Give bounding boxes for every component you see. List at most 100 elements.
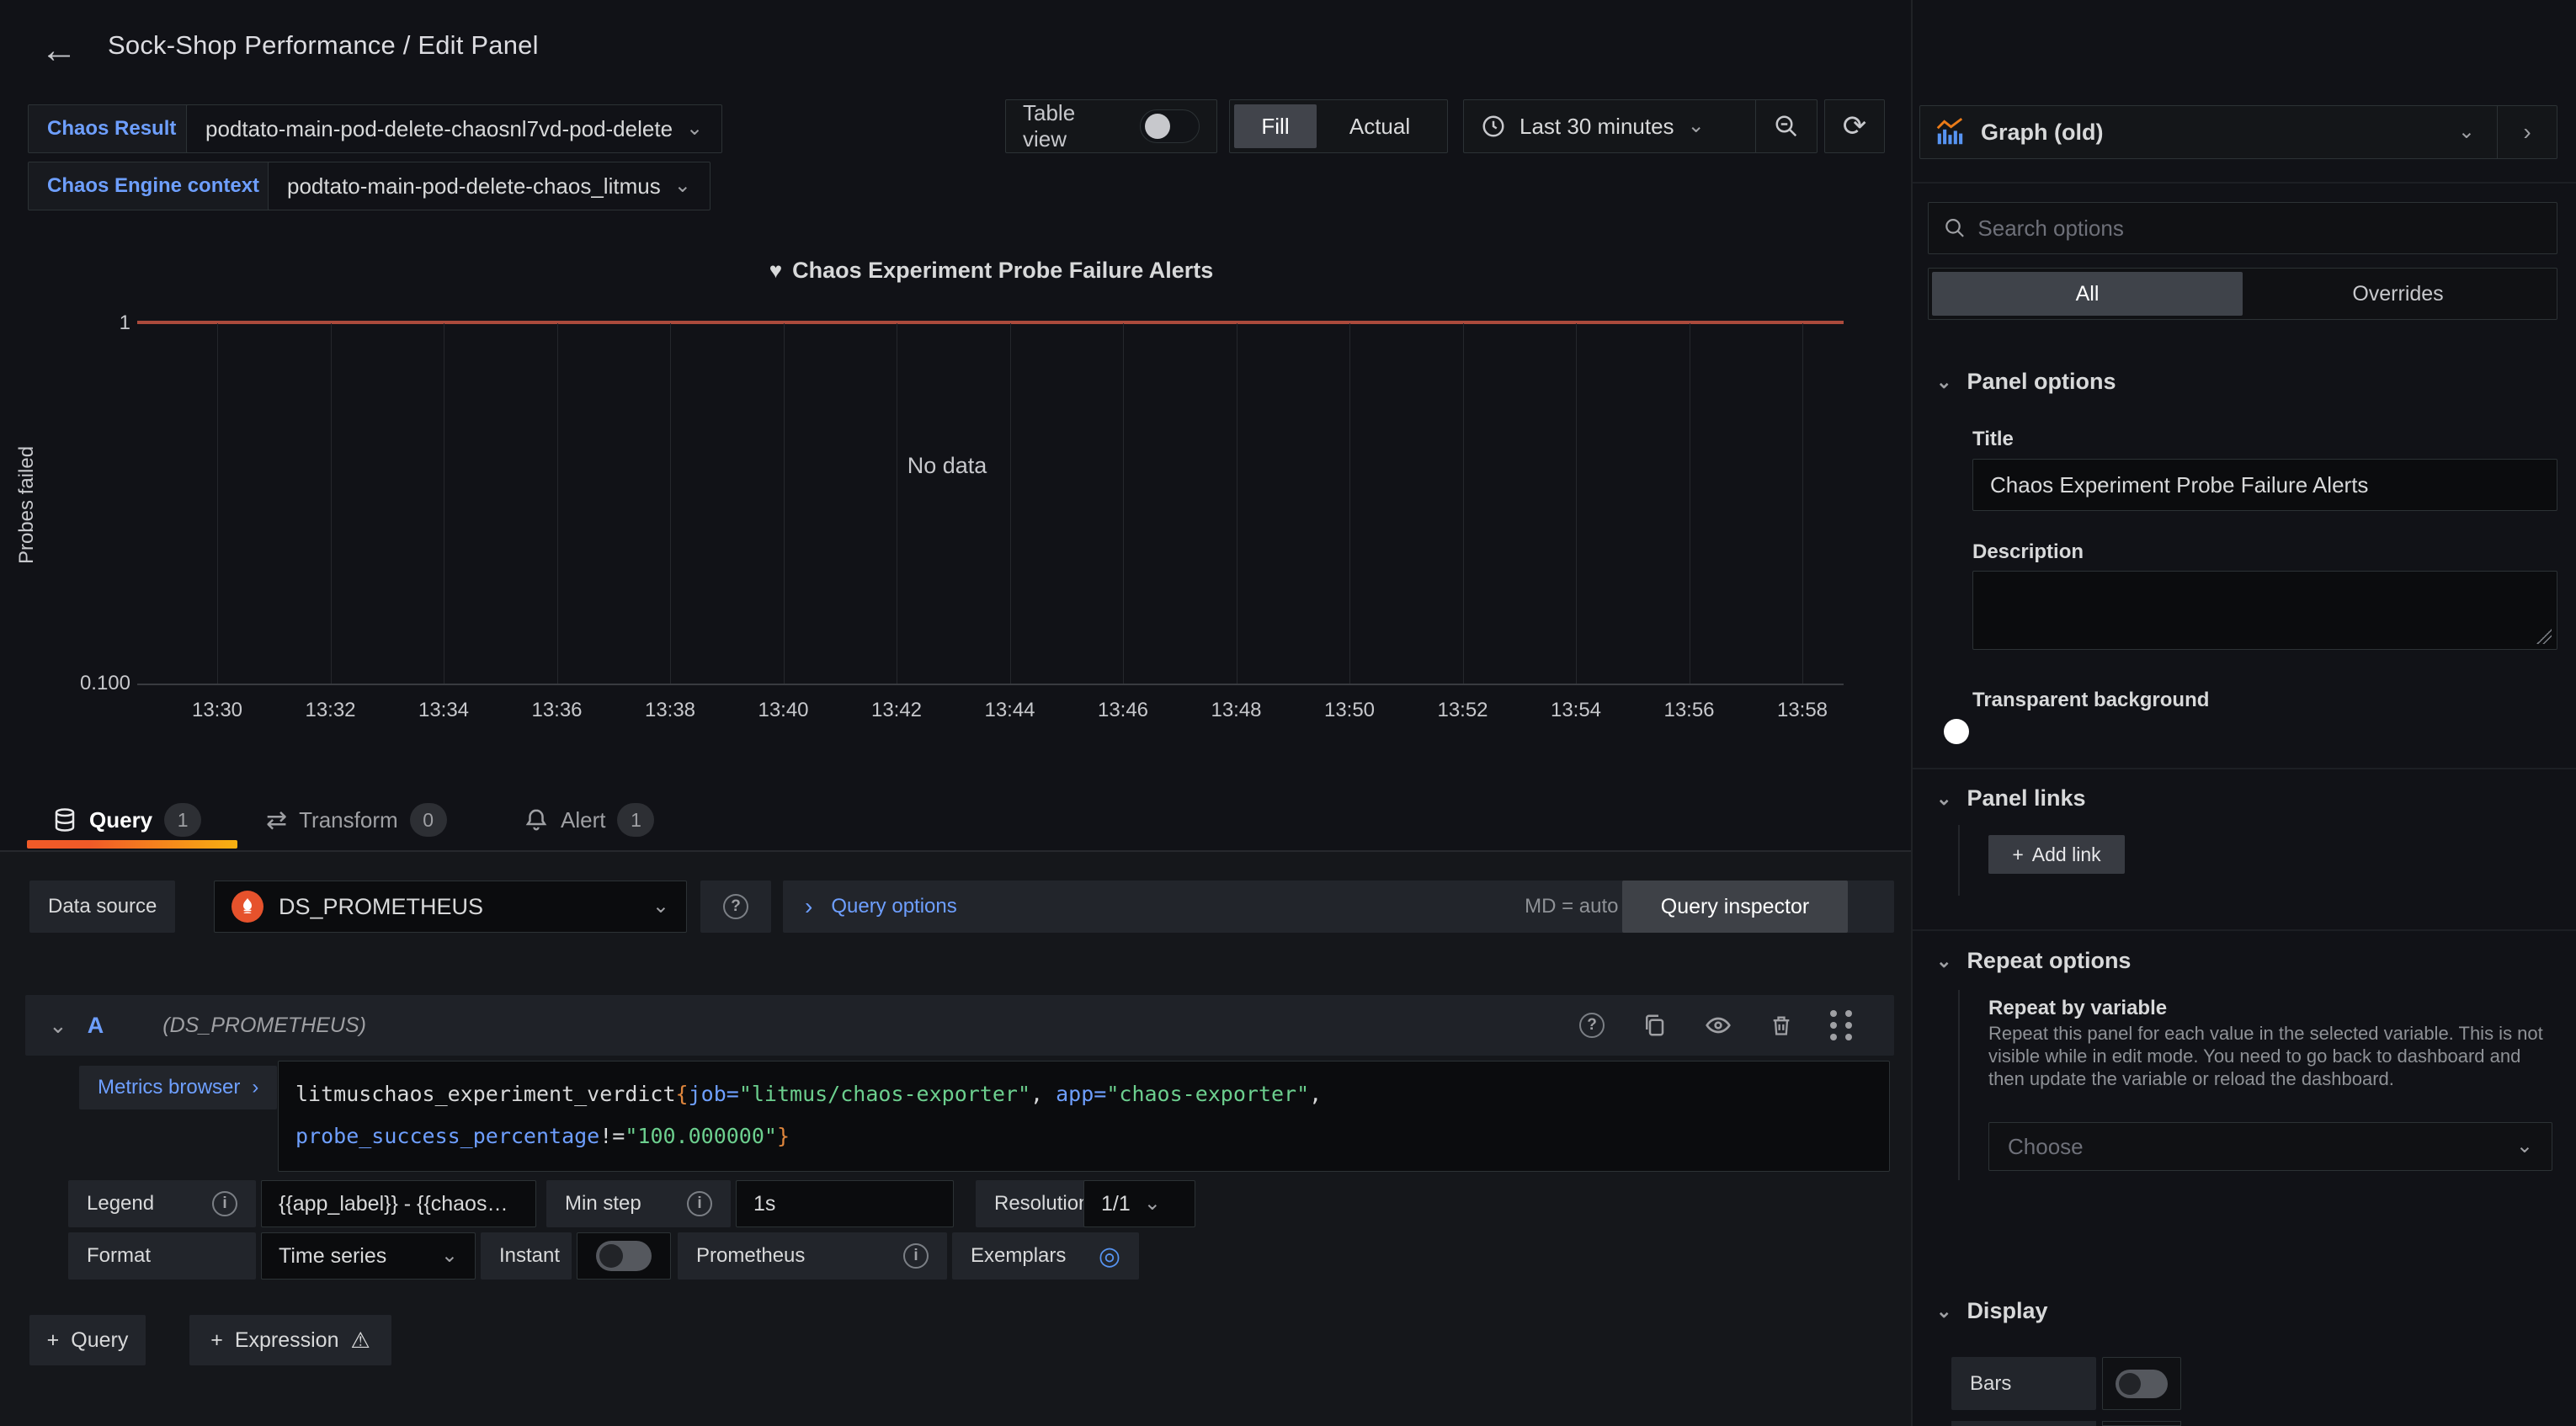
tab-all[interactable]: All: [1932, 272, 2243, 316]
bars-toggle-box: [2102, 1357, 2181, 1410]
actual-option[interactable]: Actual: [1317, 114, 1443, 140]
legend-input[interactable]: [261, 1180, 536, 1227]
time-picker: Last 30 minutes ⌄: [1463, 99, 1818, 153]
min-step-input[interactable]: [736, 1180, 954, 1227]
x-tick-label: 13:44: [984, 699, 1035, 722]
gridline: [1463, 323, 1464, 684]
refresh-button[interactable]: ⟳: [1824, 99, 1885, 153]
x-tick-label: 13:42: [871, 699, 922, 722]
x-tick-label: 13:32: [305, 699, 355, 722]
visualization-picker[interactable]: Graph (old) ⌄ ›: [1919, 105, 2557, 159]
info-icon: i: [212, 1191, 237, 1216]
x-tick-label: 13:46: [1098, 699, 1148, 722]
query-inspector-button[interactable]: Query inspector: [1622, 881, 1848, 933]
min-step-label: Min stepi: [546, 1180, 731, 1227]
instant-toggle[interactable]: [596, 1241, 652, 1271]
section-repeat-options[interactable]: ⌄ Repeat options: [1936, 948, 2131, 974]
x-tick-label: 13:58: [1777, 699, 1828, 722]
instant-toggle-box: [577, 1232, 671, 1280]
query-help-icon[interactable]: ?: [1579, 1012, 1605, 1039]
chevron-down-icon: ⌄: [1936, 1302, 1951, 1321]
variable-select-chaos-result[interactable]: podtato-main-pod-delete-chaosnl7vd-pod-d…: [186, 104, 722, 153]
chevron-down-icon: ⌄: [1936, 373, 1951, 391]
section-panel-links[interactable]: ⌄ Panel links: [1936, 785, 2086, 811]
panel-title-input[interactable]: [1972, 459, 2557, 511]
tab-transform[interactable]: ⇄ Transform 0: [266, 790, 447, 850]
datasource-label: Data source: [29, 881, 175, 933]
options-search[interactable]: [1928, 202, 2557, 254]
chevron-right-icon: ›: [805, 895, 812, 918]
section-panel-options[interactable]: ⌄ Panel options: [1936, 369, 2116, 395]
datasource-picker[interactable]: DS_PROMETHEUS ⌄: [214, 881, 687, 933]
datasource-help-button[interactable]: ?: [700, 881, 771, 933]
x-tick-label: 13:30: [192, 699, 242, 722]
query-options-toggle[interactable]: Query options: [831, 895, 956, 918]
back-arrow-icon[interactable]: ←: [34, 25, 84, 76]
exemplars-control[interactable]: Exemplars ◎: [952, 1232, 1139, 1280]
table-view-toggle[interactable]: [1140, 109, 1200, 143]
chevron-down-icon: ⌄: [686, 119, 703, 139]
promql-editor[interactable]: litmuschaos_experiment_verdict{job="litm…: [278, 1061, 1890, 1172]
gridline: [331, 323, 332, 684]
x-tick-label: 13:56: [1663, 699, 1714, 722]
repeat-variable-select[interactable]: Choose ⌄: [1988, 1122, 2552, 1171]
format-select[interactable]: Time series ⌄: [261, 1232, 476, 1280]
zoom-out-button[interactable]: [1756, 114, 1817, 139]
collapse-chevron-icon[interactable]: ⌄: [49, 1014, 67, 1036]
prometheus-icon: [232, 891, 263, 923]
y-tick-top: 1: [29, 311, 130, 335]
x-tick-label: 13:38: [645, 699, 695, 722]
chart-title: ♥Chaos Experiment Probe Failure Alerts: [139, 258, 1844, 284]
warning-icon: ⚠: [350, 1328, 370, 1354]
x-tick-label: 13:36: [531, 699, 582, 722]
variable-label-chaos-engine: Chaos Engine context: [28, 162, 279, 210]
chevron-down-icon: ⌄: [674, 176, 691, 196]
description-textarea[interactable]: [1972, 571, 2557, 650]
promql-line-2: probe_success_percentage!="100.000000"}: [295, 1115, 1872, 1157]
transform-icon: ⇄: [266, 806, 287, 835]
variable-label-chaos-result: Chaos Result: [28, 104, 195, 153]
fill-actual-switch: Fill Actual: [1229, 99, 1448, 153]
delete-query-icon[interactable]: [1770, 1012, 1793, 1039]
x-tick-label: 13:34: [418, 699, 469, 722]
refresh-icon: ⟳: [1843, 109, 1867, 143]
collapse-pane-icon[interactable]: ›: [2498, 119, 2557, 146]
gridline: [784, 323, 785, 684]
metrics-browser-button[interactable]: Metrics browser ›: [79, 1066, 277, 1109]
query-datasource-name: (DS_PROMETHEUS): [162, 1014, 366, 1038]
drag-handle-icon[interactable]: [1830, 1012, 1852, 1039]
add-link-button[interactable]: +Add link: [1988, 835, 2125, 874]
bars-label: Bars: [1951, 1357, 2096, 1410]
query-count-badge: 1: [164, 803, 201, 837]
transparent-bg-label: Transparent background: [1972, 689, 2209, 712]
resize-handle[interactable]: [2536, 629, 2552, 644]
heart-icon: ♥: [769, 258, 782, 283]
gridline: [557, 323, 558, 684]
grafana-edit-panel: ← Sock-Shop Performance / Edit Panel ⚙ D…: [0, 0, 2576, 1426]
x-tick-label: 13:52: [1437, 699, 1488, 722]
add-query-button[interactable]: +Query: [29, 1315, 146, 1365]
tab-alert[interactable]: Alert 1: [524, 790, 654, 850]
tab-overrides[interactable]: Overrides: [2243, 272, 2553, 316]
add-expression-button[interactable]: +Expression ⚠: [189, 1315, 391, 1365]
transform-count-badge: 0: [410, 803, 447, 837]
info-icon: i: [903, 1243, 929, 1269]
x-tick-label: 13:50: [1324, 699, 1375, 722]
resolution-select[interactable]: 1/1 ⌄: [1083, 1180, 1195, 1227]
no-data-message: No data: [863, 453, 1031, 479]
time-range-button[interactable]: Last 30 minutes ⌄: [1464, 114, 1755, 140]
info-icon: i: [687, 1191, 712, 1216]
duplicate-query-icon[interactable]: [1642, 1012, 1667, 1039]
chevron-down-icon: ⌄: [1936, 790, 1951, 808]
title-label: Title: [1972, 428, 2014, 451]
fill-option[interactable]: Fill: [1234, 104, 1317, 148]
promql-line-1: litmuschaos_experiment_verdict{job="litm…: [295, 1073, 1872, 1115]
x-tick-label: 13:40: [758, 699, 808, 722]
section-display[interactable]: ⌄ Display: [1936, 1298, 2047, 1324]
toggle-visibility-icon[interactable]: [1704, 1012, 1732, 1039]
bars-toggle[interactable]: [2116, 1370, 2168, 1398]
variable-select-chaos-engine[interactable]: podtato-main-pod-delete-chaos_litmus ⌄: [268, 162, 711, 210]
query-row-header[interactable]: ⌄ A (DS_PROMETHEUS) ?: [25, 995, 1894, 1056]
chevron-down-icon: ⌄: [2516, 1136, 2533, 1157]
options-filter-tabs: All Overrides: [1928, 268, 2557, 320]
